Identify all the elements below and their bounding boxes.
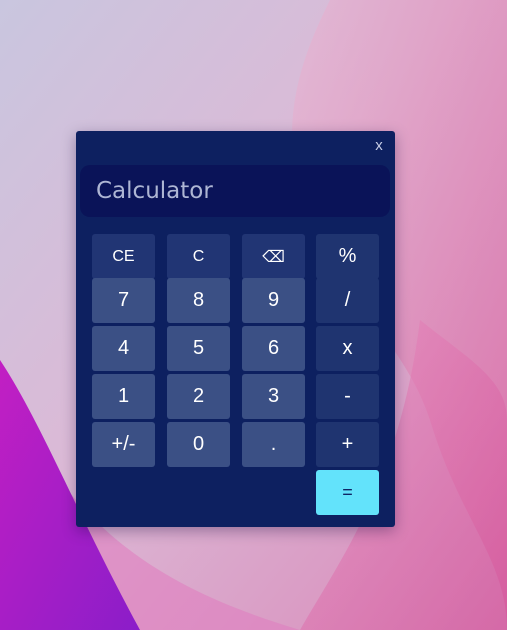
digit-6-button[interactable]: 6 bbox=[242, 326, 305, 371]
plus-button[interactable]: + bbox=[316, 422, 379, 467]
close-button[interactable]: x bbox=[372, 137, 386, 155]
digit-5-button[interactable]: 5 bbox=[167, 326, 230, 371]
display-screen: Calculator bbox=[80, 165, 390, 217]
divide-button[interactable]: / bbox=[316, 278, 379, 323]
digit-3-button[interactable]: 3 bbox=[242, 374, 305, 419]
key-label: C bbox=[192, 247, 205, 265]
key-label: - bbox=[344, 385, 351, 407]
key-label: 3 bbox=[267, 385, 280, 407]
key-label: % bbox=[338, 245, 357, 267]
calculator-window: x Calculator CE C ⌫% 7 8 9 / 4 5 6 x 1 2 3 - +/- 0. + = bbox=[76, 131, 395, 527]
key-label: x bbox=[342, 337, 353, 359]
key-label: CE bbox=[112, 247, 135, 265]
multiply-button[interactable]: x bbox=[316, 326, 379, 371]
key-label: 5 bbox=[192, 337, 205, 359]
key-label: 9 bbox=[267, 289, 280, 311]
key-label: 6 bbox=[267, 337, 280, 359]
digit-7-button[interactable]: 7 bbox=[92, 278, 155, 323]
key-label: 1 bbox=[117, 385, 130, 407]
key-label: 8 bbox=[192, 289, 205, 311]
sign-toggle-button[interactable]: +/- bbox=[92, 422, 155, 467]
decimal-button[interactable]: . bbox=[242, 422, 305, 467]
clear-button[interactable]: C bbox=[167, 234, 230, 279]
digit-0-button[interactable]: 0 bbox=[167, 422, 230, 467]
digit-8-button[interactable]: 8 bbox=[167, 278, 230, 323]
key-label: = bbox=[342, 482, 353, 502]
key-label: . bbox=[270, 433, 277, 455]
equals-button[interactable]: = bbox=[316, 470, 379, 515]
digit-9-button[interactable]: 9 bbox=[242, 278, 305, 323]
key-label: 7 bbox=[117, 289, 130, 311]
backspace-button[interactable]: ⌫ bbox=[242, 234, 305, 279]
clear-entry-button[interactable]: CE bbox=[92, 234, 155, 279]
digit-2-button[interactable]: 2 bbox=[167, 374, 230, 419]
percent-button[interactable]: % bbox=[316, 234, 379, 279]
key-label: / bbox=[344, 289, 351, 311]
key-label: +/- bbox=[111, 433, 136, 455]
key-label: 2 bbox=[192, 385, 205, 407]
key-label: 0 bbox=[192, 433, 205, 455]
digit-4-button[interactable]: 4 bbox=[92, 326, 155, 371]
key-label: + bbox=[341, 433, 354, 455]
digit-1-button[interactable]: 1 bbox=[92, 374, 155, 419]
backspace-icon: ⌫ bbox=[262, 248, 285, 266]
key-label: 4 bbox=[117, 337, 130, 359]
minus-button[interactable]: - bbox=[316, 374, 379, 419]
